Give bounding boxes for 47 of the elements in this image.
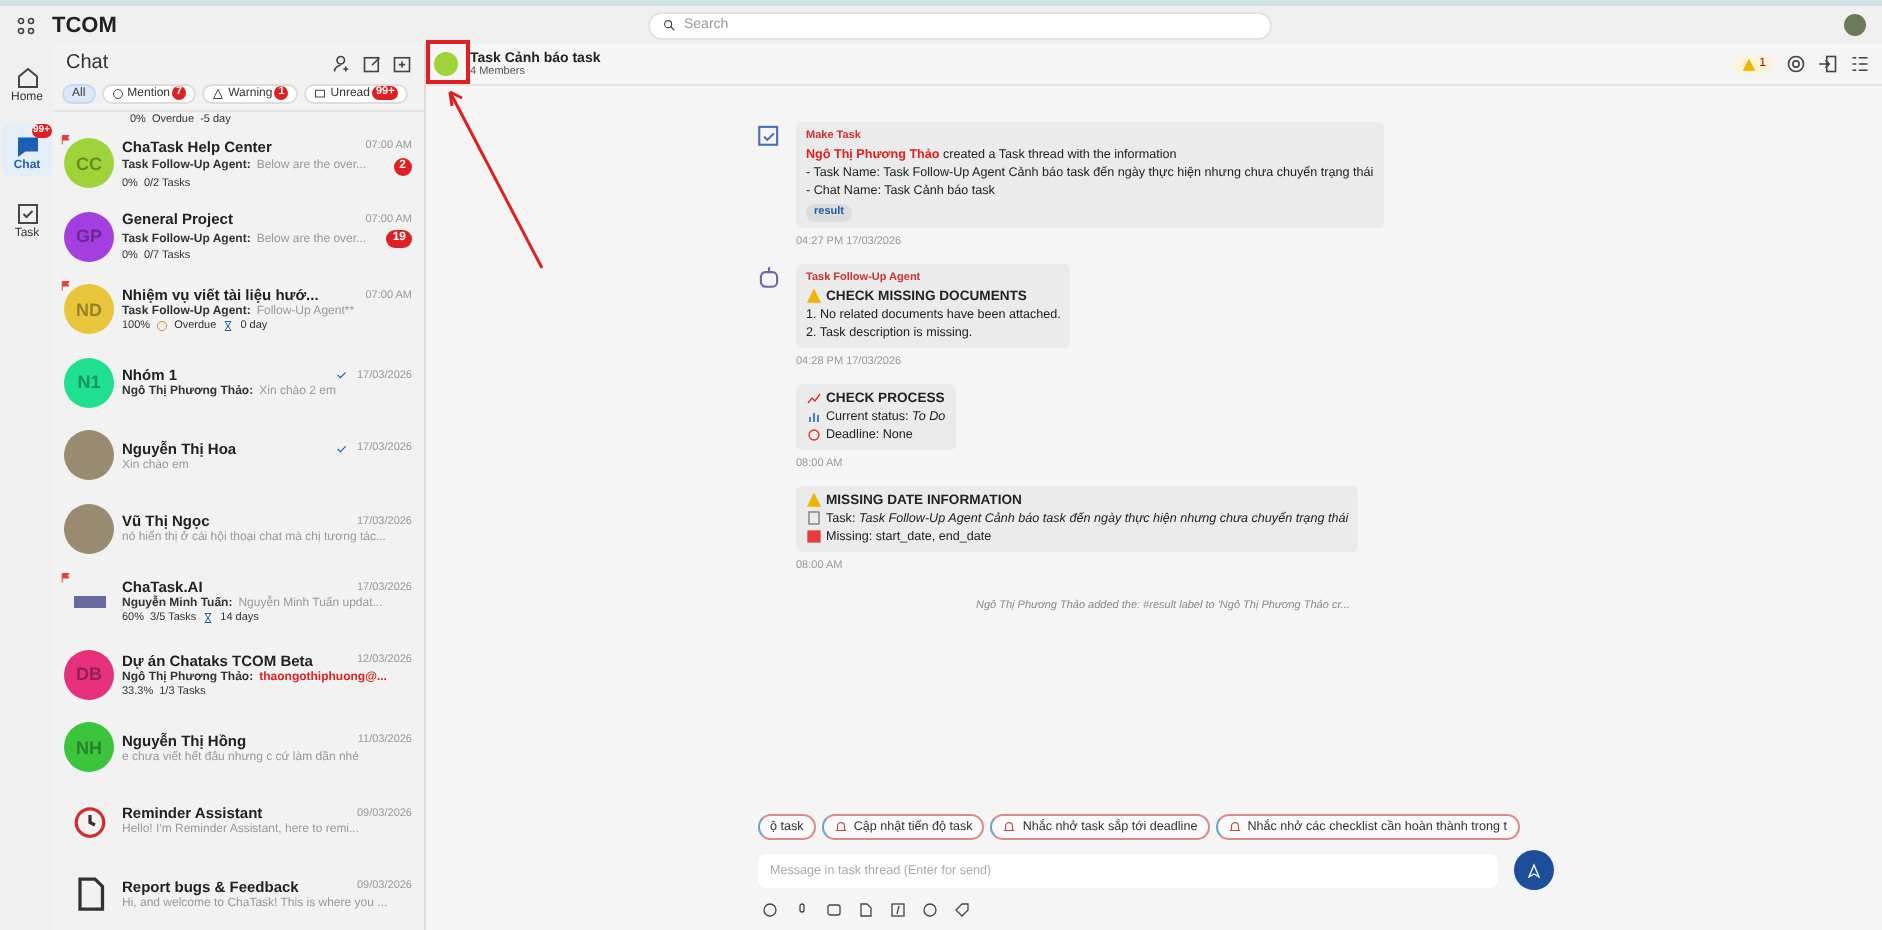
- file-icon[interactable]: [858, 902, 874, 918]
- edit-icon[interactable]: [362, 53, 382, 74]
- app-title: TCOM: [52, 13, 119, 37]
- avatar-initials: GP: [75, 226, 102, 247]
- grid-menu-icon[interactable]: [16, 15, 36, 35]
- avatar-initials: DB: [76, 664, 102, 685]
- warning-icon: [806, 492, 822, 508]
- send-icon: [1526, 859, 1542, 881]
- task-bot-icon: [756, 122, 782, 148]
- checklist-icon[interactable]: [1850, 54, 1870, 74]
- bell-icon: [1002, 820, 1017, 834]
- exit-icon[interactable]: [1818, 54, 1838, 74]
- read-check-icon: [336, 368, 351, 383]
- avatar-initials: CC: [76, 153, 102, 174]
- clipboard-icon: [806, 510, 822, 526]
- user-avatar[interactable]: [1844, 14, 1866, 36]
- tag-icon[interactable]: [954, 902, 970, 918]
- warning-icon: [806, 288, 822, 304]
- flag-icon: [60, 572, 72, 585]
- avatar-initials: NH: [76, 737, 102, 758]
- warning-icon: [1741, 57, 1756, 71]
- warning-icon: [212, 87, 225, 100]
- avatar-initials: N1: [77, 372, 101, 393]
- photo-placeholder: [64, 503, 114, 554]
- panel-title: Chat: [66, 52, 109, 75]
- read-check-icon: [336, 441, 351, 456]
- flag-icon: [60, 280, 72, 293]
- add-user-icon[interactable]: [332, 53, 352, 74]
- calendar-add-icon[interactable]: [392, 53, 412, 74]
- bell-icon: [833, 820, 848, 834]
- hourglass-icon: [202, 612, 215, 625]
- checkbox-icon: [15, 202, 39, 226]
- group-avatar: [434, 52, 458, 76]
- search-icon: [662, 18, 676, 32]
- home-icon: [15, 66, 39, 90]
- avatar-initials: ND: [76, 299, 102, 320]
- overdue-icon: [156, 320, 169, 333]
- send-button[interactable]: [1514, 850, 1554, 890]
- flag-icon: [60, 134, 72, 147]
- chart-icon: [806, 390, 822, 406]
- italic-icon[interactable]: [890, 902, 906, 918]
- bell-icon: [1227, 820, 1242, 834]
- calendar-icon: [806, 528, 822, 544]
- highlight-frame: [426, 40, 470, 84]
- hourglass-icon: [222, 320, 235, 333]
- bar-chart-icon: [806, 408, 822, 424]
- photo-placeholder: [64, 430, 114, 481]
